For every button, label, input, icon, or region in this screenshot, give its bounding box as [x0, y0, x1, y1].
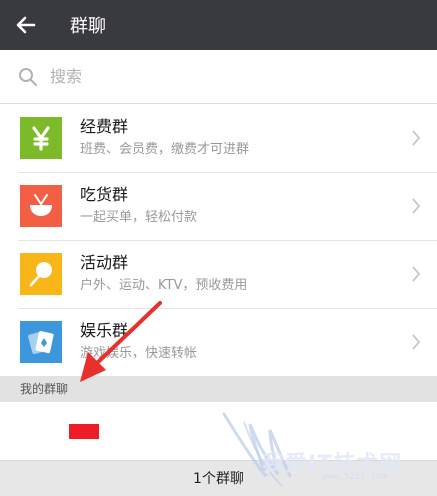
list-item-foodie-group[interactable]: 吃货群 一起买单，轻松付款 [0, 172, 437, 240]
chevron-right-icon [401, 172, 431, 240]
search-icon [19, 67, 37, 86]
item-subtitle: 户外、运动、KTV，预收费用 [80, 278, 248, 293]
item-subtitle: 班费、会员费，缴费才可进群 [80, 142, 250, 157]
search-bar[interactable] [0, 50, 437, 104]
item-subtitle: 一起买单，轻松付款 [80, 210, 198, 225]
item-subtitle: 游戏娱乐，快速转帐 [80, 346, 198, 361]
page-title: 群聊 [70, 16, 106, 37]
list-item-expense-group[interactable]: 经费群 班费、会员费，缴费才可进群 [0, 104, 437, 172]
chevron-right-icon [401, 240, 431, 308]
list-item-activity-group[interactable]: 活动群 户外、运动、KTV，预收费用 [0, 240, 437, 308]
cards-icon [20, 321, 62, 363]
section-header-my-groups: 我的群聊 [0, 376, 437, 402]
item-title: 娱乐群 [80, 321, 129, 340]
title-bar: 群聊 [0, 0, 437, 50]
arrow-left-icon [16, 16, 36, 34]
search-input[interactable] [50, 67, 390, 86]
chevron-right-icon [401, 308, 431, 376]
group-chat-row[interactable] [0, 402, 437, 460]
back-button[interactable] [0, 0, 52, 50]
list-item-entertainment-group[interactable]: 娱乐群 游戏娱乐，快速转帐 [0, 308, 437, 376]
item-title: 吃货群 [80, 185, 129, 204]
group-count-footer: 1个群聊 [0, 460, 437, 496]
group-type-list: 经费群 班费、会员费，缴费才可进群 吃货群 一起买单，轻松付款 活动群 户外、运… [0, 104, 437, 376]
balloon-icon [20, 253, 62, 295]
chevron-right-icon [401, 104, 431, 172]
yen-icon [20, 117, 62, 159]
item-title: 经费群 [80, 117, 129, 136]
redaction-mark [69, 424, 99, 439]
item-title: 活动群 [80, 253, 129, 272]
bowl-icon [20, 185, 62, 227]
